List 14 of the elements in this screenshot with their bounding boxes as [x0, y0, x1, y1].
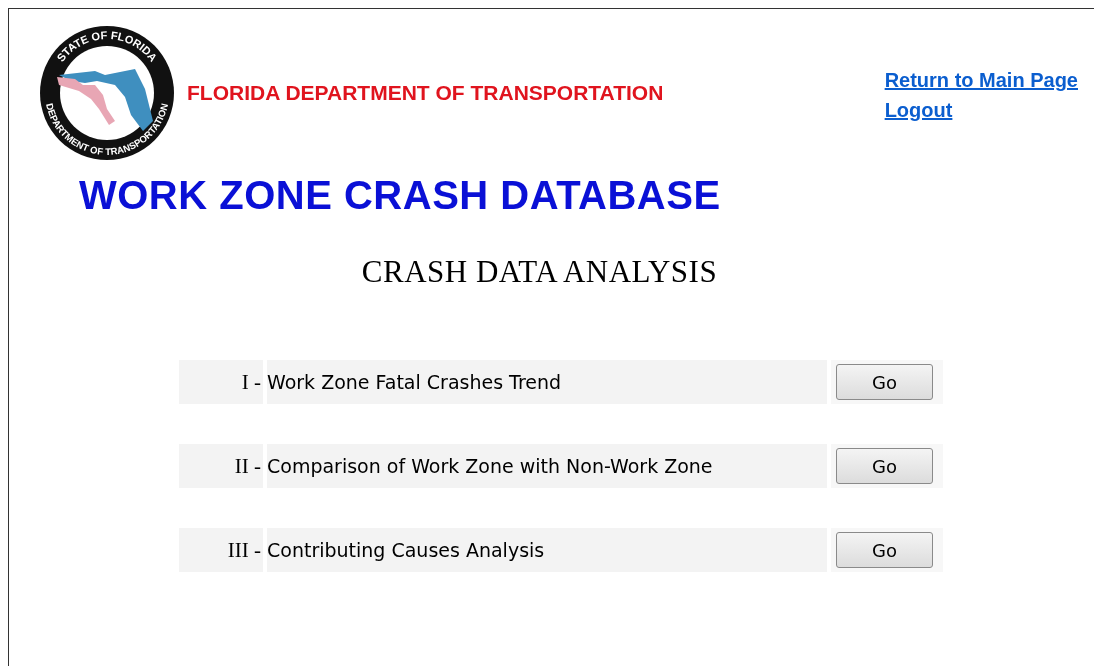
section-heading: CRASH DATA ANALYSIS	[360, 254, 719, 290]
row-number: I -	[179, 360, 263, 404]
analysis-label: Comparison of Work Zone with Non-Work Zone	[267, 444, 827, 488]
nav-link[interactable]: Logout	[884, 95, 953, 125]
row-number: II -	[179, 444, 263, 488]
row-number: III -	[179, 528, 263, 572]
go-button[interactable]: Go	[836, 364, 933, 400]
analysis-label: Work Zone Fatal Crashes Trend	[267, 360, 827, 404]
page-title: WORK ZONE CRASH DATABASE	[79, 173, 722, 218]
agency-name: FLORIDA DEPARTMENT OF TRANSPORTATION	[187, 81, 664, 105]
go-button[interactable]: Go	[836, 532, 933, 568]
analysis-label: Contributing Causes Analysis	[267, 528, 827, 572]
go-button[interactable]: Go	[836, 448, 933, 484]
nav-link[interactable]: Return to Main Page	[884, 65, 1078, 95]
